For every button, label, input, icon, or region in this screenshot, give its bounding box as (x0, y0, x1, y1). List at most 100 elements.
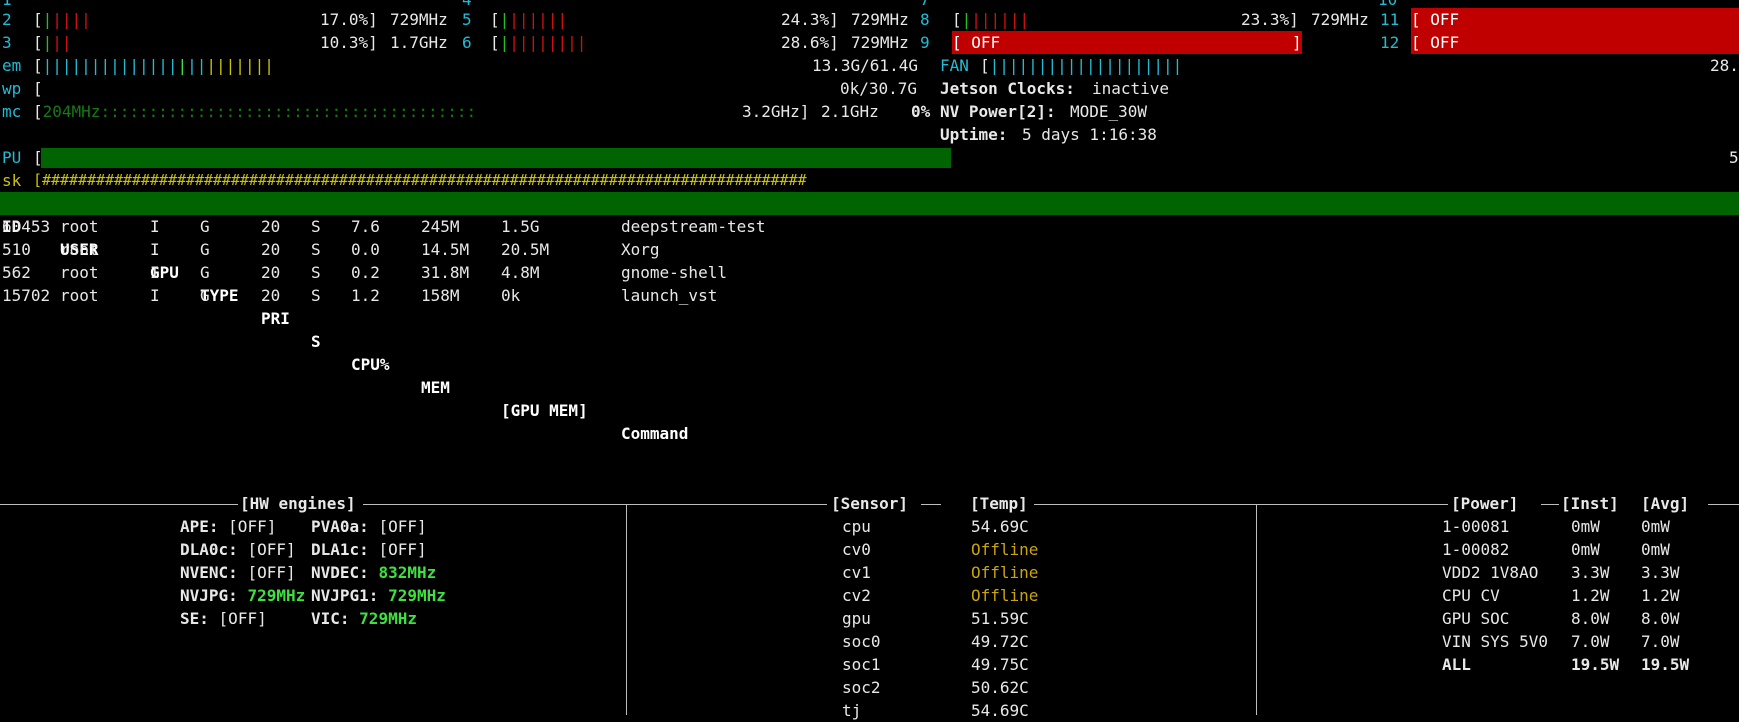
table-cell: I (150, 263, 160, 282)
power-rail-name: GPU SOC (1442, 609, 1510, 628)
hw-nvenc-val: [OFF] (247, 563, 296, 582)
hw-ape-val: [OFF] (228, 517, 277, 536)
table-row[interactable]: 562 root I G 20 S 0.2 31.8M 4.8M gnome-shell (0, 261, 1739, 284)
power-rail-name: VDD2 1V8AO (1442, 563, 1539, 582)
gpu-right-value: 5 (1729, 148, 1739, 167)
cpu-9-id: 9 (920, 33, 930, 52)
swp-value: 0k/30.7G (840, 79, 918, 98)
inst-title: [Inst] (1561, 494, 1619, 513)
sensor-name: gpu (842, 609, 871, 628)
swp-label: wp (2, 79, 22, 98)
cpu-5-pct: 24.3%] (781, 10, 839, 29)
swp-bar: [ (33, 79, 43, 98)
cpu-8-id: 8 (920, 10, 930, 29)
sensor-temp: 54.69C (971, 701, 1029, 720)
hw-dla1c-key: DLA1c: (311, 540, 369, 559)
col-gpu-mem[interactable]: [GPU MEM] (501, 399, 588, 422)
hw-nvdec: NVDEC: 832MHz (311, 561, 436, 584)
hw-se: SE: [OFF] (180, 607, 267, 630)
cpu-6-bar: [||||||||| (490, 33, 587, 52)
temp-title: [Temp] (970, 494, 1028, 513)
mem-bar: [|||||||||||||||||||||||| (33, 56, 274, 75)
hw-nvjpg: NVJPG: 729MHz (180, 584, 305, 607)
power-inst: 1.2W (1571, 586, 1610, 605)
table-cell: G (200, 217, 210, 236)
table-cell: root (60, 286, 99, 305)
hw-ape: APE: [OFF] (180, 515, 276, 538)
table-row[interactable]: 60453 root I G 20 S 7.6 245M 1.5G deepstream-test (0, 215, 1739, 238)
sensor-temp: Offline (971, 540, 1039, 559)
cpu-9-close: ] (1292, 33, 1302, 52)
col-pri[interactable]: PRI (261, 307, 290, 330)
nv-power-value: MODE_30W (1070, 102, 1148, 121)
table-row[interactable]: 510 root I G 20 S 0.0 14.5M 20.5M Xorg (0, 238, 1739, 261)
power-inst: 0mW (1571, 540, 1600, 559)
table-cell: 4.8M (501, 263, 540, 282)
table-cell: 14.5M (421, 240, 470, 259)
col-cpu[interactable]: CPU% (351, 353, 390, 376)
cpu-8-freq: 729MHz (1311, 10, 1369, 29)
hw-engines-title: [HW engines] (240, 494, 356, 513)
power-line-right (1708, 504, 1739, 505)
table-cell: 510 (2, 240, 31, 259)
sensor-name: cpu (842, 517, 871, 536)
sensor-name: soc0 (842, 632, 881, 651)
table-cell: 20 (261, 263, 281, 282)
hw-dla0c-val: [OFF] (247, 540, 296, 559)
table-cell: 245M (421, 217, 460, 236)
hw-pva0a-val: [OFF] (378, 517, 427, 536)
divider-sensor-power (1256, 504, 1257, 715)
hw-nvenc-key: NVENC: (180, 563, 238, 582)
table-cell: 562 (2, 263, 31, 282)
col-s[interactable]: S (311, 330, 321, 353)
table-cell: 20 (261, 286, 281, 305)
cpu-3-freq: 1.7GHz (390, 33, 448, 52)
nv-power-label: NV Power[2]: (940, 102, 1056, 121)
hw-line-left (0, 504, 238, 505)
hw-nvjpg-key: NVJPG: (180, 586, 238, 605)
sensor-name: cv1 (842, 563, 871, 582)
col-command[interactable]: Command (621, 422, 688, 445)
col-mem[interactable]: MEM (421, 376, 450, 399)
table-cell: Xorg (621, 240, 660, 259)
hw-nvdec-key: NVDEC: (311, 563, 369, 582)
cpu-11-off: [ OFF (1411, 8, 1739, 31)
table-cell: S (311, 217, 321, 236)
uptime-value: 5 days 1:16:38 (1022, 125, 1157, 144)
hw-nvdec-val: 832MHz (378, 563, 437, 582)
avg-title: [Avg] (1641, 494, 1690, 513)
jetson-clocks-value: inactive (1092, 79, 1170, 98)
table-cell: I (150, 240, 160, 259)
power-inst: 0mW (1571, 517, 1600, 536)
table-cell: I (150, 286, 160, 305)
cpu-2-bar: [||||| (33, 10, 91, 29)
gpu-usage-bar (41, 148, 951, 168)
sensor-name: tj (842, 701, 862, 720)
cpu-3-bar: [||| (33, 33, 72, 52)
table-cell: 60453 (2, 217, 51, 236)
hw-se-key: SE: (180, 609, 209, 628)
table-cell: 20 (261, 217, 281, 236)
gpu-label: PU (2, 148, 22, 167)
sensor-temp: 54.69C (971, 517, 1029, 536)
process-table-header: ID USER GPU TYPE PRI S CPU% MEM [GPU MEM… (0, 192, 1739, 443)
divider-hw-sensor (626, 504, 627, 715)
hw-dla1c: DLA1c: [OFF] (311, 538, 427, 561)
hw-nvjpg1-key: NVJPG1: (311, 586, 379, 605)
power-line-mid1 (1541, 504, 1559, 505)
table-cell: 31.8M (421, 263, 470, 282)
table-cell: 7.6 (351, 217, 380, 236)
table-cell: root (60, 240, 99, 259)
power-inst: 3.3W (1571, 563, 1610, 582)
emc-bar: [204MHz:::::::::::::::::::::::::::::::::… (33, 102, 477, 121)
cpu-5-freq: 729MHz (851, 10, 909, 29)
cpu-2-pct: 17.0%] (320, 10, 378, 29)
power-avg: 7.0W (1641, 632, 1680, 651)
table-row[interactable]: 15702 root I G 20 S 1.2 158M 0k launch_vst (0, 284, 1739, 307)
hw-se-val: [OFF] (218, 609, 267, 628)
power-rail-name: 1-00081 (1442, 517, 1510, 536)
emc-value: 3.2GHz] (742, 102, 810, 121)
cpu-8-bar: [||||||| (952, 10, 1030, 29)
power-title: [Power] (1451, 494, 1519, 513)
hw-nvjpg1-val: 729MHz (388, 586, 446, 605)
